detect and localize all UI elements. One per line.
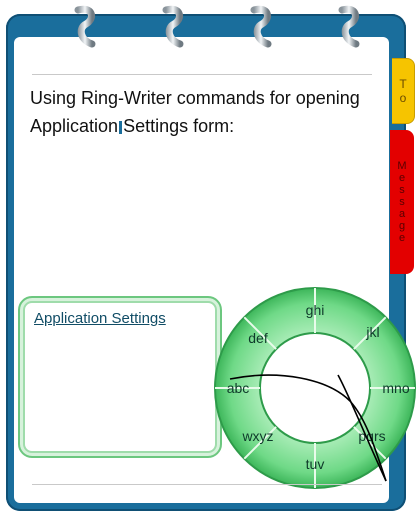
wheel-key-abc[interactable]: abc bbox=[227, 380, 250, 396]
tab-message-letter: s bbox=[399, 184, 405, 196]
wheel-key-def[interactable]: def bbox=[248, 330, 268, 346]
tab-message-letter: M bbox=[397, 160, 407, 172]
tab-message-letter: a bbox=[398, 208, 406, 220]
ring-writer-wheel[interactable]: ghi jkl mno pqrs tuv wxyz abc def bbox=[210, 283, 419, 493]
ring-icon bbox=[74, 5, 96, 48]
tab-to-letter: T bbox=[399, 77, 407, 91]
tab-message-letter: e bbox=[398, 172, 406, 184]
text-cursor-icon bbox=[119, 121, 123, 134]
wheel-key-tuv[interactable]: tuv bbox=[306, 456, 325, 472]
tab-message-letter: e bbox=[398, 232, 406, 244]
ring-icon bbox=[162, 5, 184, 48]
ring-icon bbox=[250, 5, 272, 48]
wheel-key-ghi[interactable]: ghi bbox=[306, 302, 325, 318]
wheel-center bbox=[259, 332, 371, 444]
tab-to-letter: o bbox=[399, 91, 407, 105]
wheel-key-mno[interactable]: mno bbox=[382, 380, 409, 396]
ring-icon bbox=[338, 5, 360, 48]
ring-writer-notebook: Using Ring-Writer commands for opening A… bbox=[0, 0, 419, 517]
instruction-text: Using Ring-Writer commands for opening A… bbox=[30, 84, 370, 140]
spiral-rings bbox=[74, 5, 360, 48]
application-settings-link[interactable]: Application Settings bbox=[34, 310, 166, 327]
instruction-line-2: Settings form: bbox=[123, 116, 235, 136]
tab-message-letter: s bbox=[399, 196, 405, 208]
tab-to[interactable]: T o bbox=[392, 58, 415, 124]
tab-message-letter: g bbox=[398, 220, 406, 232]
wheel-key-wxyz[interactable]: wxyz bbox=[241, 428, 273, 444]
page-divider bbox=[32, 74, 372, 75]
tab-message[interactable]: M e s s a g e bbox=[390, 130, 414, 274]
wheel-key-jkl[interactable]: jkl bbox=[365, 324, 379, 340]
page-divider bbox=[32, 484, 382, 485]
